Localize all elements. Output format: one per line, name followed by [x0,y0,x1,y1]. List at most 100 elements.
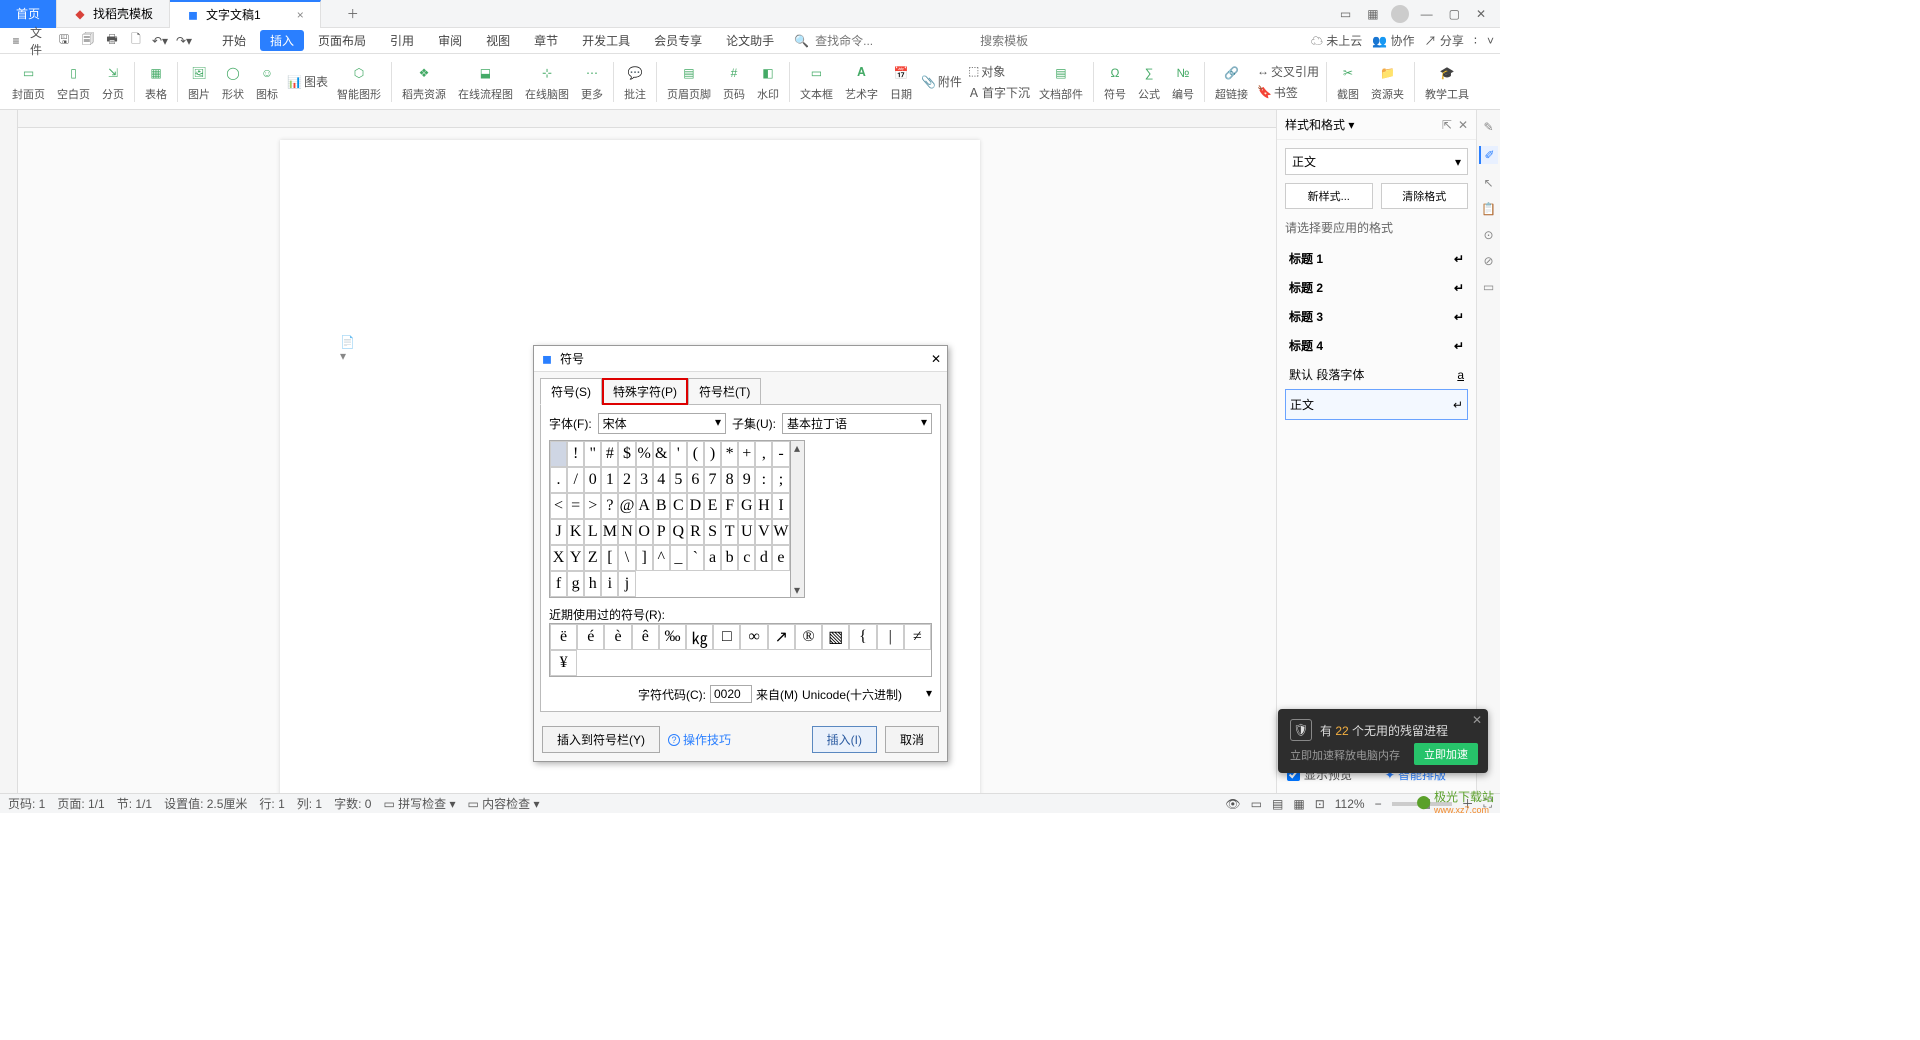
cloud-status[interactable]: ☁ 未上云 [1311,32,1362,49]
rbtn-mindmap[interactable]: ⊹在线脑图 [519,60,575,104]
rbtn-comment[interactable]: 💬批注 [618,60,652,104]
rbtn-symbol[interactable]: Ω符号 [1098,60,1132,104]
grid-scrollbar[interactable]: ▴▾ [791,440,805,598]
file-menu[interactable]: 文件 [30,31,50,51]
char-cell[interactable]: C [670,493,687,519]
char-cell[interactable]: 1 [601,467,618,493]
recent-char-cell[interactable]: ▧ [822,624,849,650]
char-cell[interactable]: R [687,519,704,545]
char-cell[interactable]: X [550,545,567,571]
style-default-font[interactable]: 默认 段落字体a [1285,360,1468,389]
rbtn-chart[interactable]: 📊 图表 [284,72,331,91]
recent-char-cell[interactable]: { [849,624,876,650]
menu-dev[interactable]: 开发工具 [572,30,640,51]
char-cell[interactable]: b [721,545,738,571]
rail-book-icon[interactable]: ▭ [1483,280,1494,294]
rail-style-icon[interactable]: ✐ [1479,146,1497,164]
rbtn-smartart[interactable]: ⬡智能图形 [331,60,387,104]
apps-icon[interactable]: ▦ [1363,7,1382,21]
char-cell[interactable]: G [738,493,755,519]
char-cell[interactable]: \ [618,545,635,571]
char-cell[interactable]: " [584,441,601,467]
font-select[interactable]: 宋体▾ [598,413,726,434]
char-cell[interactable]: d [755,545,772,571]
char-cell[interactable]: 7 [704,467,721,493]
menu-chapter[interactable]: 章节 [524,30,568,51]
rbtn-more[interactable]: ⋯更多 [575,60,609,104]
char-cell[interactable]: , [755,441,772,467]
rbtn-equation[interactable]: ∑公式 [1132,60,1166,104]
panel-pin-icon[interactable]: ⇱ [1442,118,1452,132]
current-style-select[interactable]: 正文▾ [1285,148,1468,175]
minimize-icon[interactable]: — [1417,7,1437,21]
char-cell[interactable]: ) [704,441,721,467]
print-icon[interactable]: 🖶 [102,31,122,51]
char-cell[interactable]: Q [670,519,687,545]
subset-select[interactable]: 基本拉丁语▾ [782,413,932,434]
rail-limit-icon[interactable]: ⊘ [1483,254,1493,268]
char-cell[interactable]: _ [670,545,687,571]
rbtn-firstchar[interactable]: Ａ 首字下沉 [965,83,1033,102]
char-cell[interactable]: H [755,493,772,519]
recent-char-cell[interactable]: ∞ [740,624,767,650]
rbtn-docer[interactable]: ❖稻壳资源 [396,60,452,104]
menu-icon[interactable]: ≡ [6,31,26,51]
char-cell[interactable]: B [653,493,670,519]
tips-link[interactable]: ?操作技巧 [668,731,731,748]
status-pos[interactable]: 设置值: 2.5厘米 [164,795,247,812]
insert-to-bar-button[interactable]: 插入到符号栏(Y) [542,726,660,753]
char-cell[interactable]: 3 [636,467,653,493]
char-cell[interactable]: M [601,519,618,545]
rbtn-screenshot[interactable]: ✂截图 [1331,60,1365,104]
char-cell[interactable]: 4 [653,467,670,493]
recent-char-cell[interactable]: ¥ [550,650,577,676]
char-cell[interactable]: $ [618,441,635,467]
char-cell[interactable]: F [721,493,738,519]
rbtn-object[interactable]: ⬚ 对象 [965,62,1033,81]
maximize-icon[interactable]: ▢ [1445,7,1464,21]
rbtn-blank[interactable]: ▯空白页 [51,60,96,104]
zoom-value[interactable]: 112% [1335,797,1365,811]
char-cell[interactable]: 2 [618,467,635,493]
recent-char-cell[interactable]: ↗ [768,624,795,650]
view-mode3-icon[interactable]: ▦ [1293,797,1304,811]
recent-char-cell[interactable]: | [877,624,904,650]
char-cell[interactable]: : [755,467,772,493]
char-cell[interactable]: % [636,441,653,467]
char-cell[interactable]: ; [772,467,789,493]
char-cell[interactable]: ! [567,441,584,467]
char-cell[interactable]: W [772,519,789,545]
rbtn-flowchart[interactable]: ⬓在线流程图 [452,60,519,104]
status-section[interactable]: 节: 1/1 [117,795,152,812]
char-cell[interactable]: a [704,545,721,571]
char-cell[interactable]: 0 [584,467,601,493]
char-cell[interactable]: > [584,493,601,519]
char-cell[interactable]: # [601,441,618,467]
chevron-down-icon[interactable]: ˅ [1487,34,1494,48]
status-pages[interactable]: 页面: 1/1 [57,795,104,812]
redo-icon[interactable]: ↷▾ [174,31,194,51]
rbtn-number[interactable]: №编号 [1166,60,1200,104]
rbtn-cover[interactable]: ▭封面页 [6,60,51,104]
status-col[interactable]: 列: 1 [297,795,322,812]
command-search-input[interactable] [815,34,970,48]
rail-skin-icon[interactable]: ✎ [1483,120,1493,134]
rbtn-teach[interactable]: 🎓教学工具 [1419,60,1475,104]
char-cell[interactable]: N [618,519,635,545]
recent-char-cell[interactable]: ê [632,624,659,650]
char-cell[interactable]: O [636,519,653,545]
menu-ref[interactable]: 引用 [380,30,424,51]
dialog-close-icon[interactable]: ✕ [931,352,941,366]
rail-clipboard-icon[interactable]: 📋 [1481,202,1496,216]
dlg-tab-symbols[interactable]: 符号(S) [540,378,602,405]
zoom-fit-icon[interactable]: ⊡ [1315,797,1325,811]
rbtn-watermark[interactable]: ◧水印 [751,60,785,104]
view-mode2-icon[interactable]: ▤ [1272,797,1283,811]
recent-char-cell[interactable]: ≠ [904,624,931,650]
char-cell[interactable]: P [653,519,670,545]
rbtn-docparts[interactable]: ▤文档部件 [1033,60,1089,104]
recent-char-cell[interactable]: ® [795,624,822,650]
char-cell[interactable]: < [550,493,567,519]
char-cell[interactable]: [ [601,545,618,571]
layout-icon[interactable]: ▭ [1336,7,1355,21]
